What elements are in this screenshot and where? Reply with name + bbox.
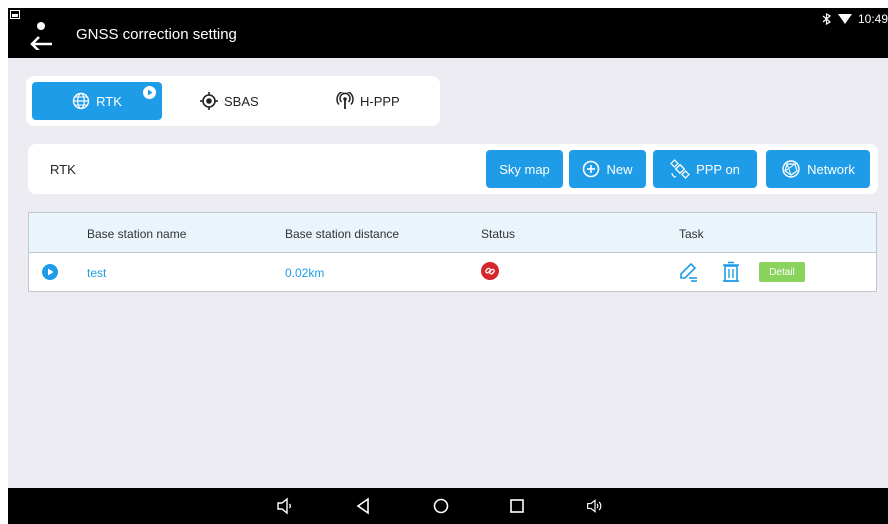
wifi-icon (837, 14, 852, 24)
globe-icon (72, 92, 90, 110)
satellite-icon (670, 159, 690, 179)
recents-nav-icon[interactable] (508, 497, 526, 515)
tab-rtk[interactable]: RTK (32, 82, 162, 120)
back-arrow-icon[interactable] (26, 20, 56, 50)
network-icon (782, 160, 800, 178)
edit-pencil-icon[interactable] (677, 261, 699, 283)
sky-map-label: Sky map (499, 161, 550, 177)
table-row[interactable]: test 0.02km Detail (29, 253, 876, 291)
station-distance: 0.02km (285, 266, 325, 280)
table-header: Base station name Base station distance … (29, 213, 876, 253)
home-nav-icon[interactable] (432, 497, 450, 515)
top-app-bar: GNSS correction setting 10:49 (8, 8, 888, 58)
system-navigation-bar (8, 488, 888, 524)
base-station-table: Base station name Base station distance … (28, 212, 877, 292)
volume-down-icon[interactable] (276, 497, 294, 515)
disconnected-link-icon (481, 262, 499, 280)
play-badge-icon (143, 86, 156, 99)
play-circle-icon[interactable] (42, 264, 58, 280)
section-label: RTK (50, 162, 76, 177)
page-title: GNSS correction setting (76, 26, 237, 43)
rtk-toolbar: RTK Sky map New PPP on Network (28, 144, 878, 194)
tab-hppp-label: H-PPP (360, 93, 400, 109)
detail-button[interactable]: Detail (759, 262, 805, 282)
tab-sbas[interactable]: SBAS (200, 82, 290, 120)
ppp-on-label: PPP on (696, 161, 740, 177)
back-nav-icon[interactable] (354, 497, 372, 515)
new-label: New (606, 161, 633, 177)
correction-mode-tabs: RTK SBAS H-PPP (26, 76, 440, 126)
network-button[interactable]: Network (766, 150, 870, 188)
antenna-icon (336, 92, 354, 109)
tab-sbas-label: SBAS (224, 93, 259, 109)
column-header-status: Status (481, 227, 516, 241)
column-header-distance: Base station distance (285, 227, 400, 241)
tab-hppp[interactable]: H-PPP (336, 82, 426, 120)
tab-rtk-label: RTK (96, 93, 122, 109)
status-time: 10:49 (857, 12, 888, 26)
station-name: test (87, 266, 107, 280)
column-header-name: Base station name (87, 227, 187, 241)
column-header-task: Task (679, 227, 704, 241)
trash-icon[interactable] (721, 261, 741, 283)
status-bar: 10:49 (822, 12, 888, 26)
app-screen: GNSS correction setting 10:49 RTK SBAS H… (8, 8, 888, 524)
network-label: Network (807, 161, 855, 177)
plus-circle-icon (583, 160, 600, 178)
sky-map-button[interactable]: Sky map (486, 150, 563, 188)
ppp-on-button[interactable]: PPP on (653, 150, 757, 188)
bluetooth-icon (822, 13, 832, 25)
volume-up-icon[interactable] (586, 497, 604, 515)
target-icon (200, 92, 218, 110)
notification-image-icon (10, 10, 20, 19)
new-button[interactable]: New (569, 150, 646, 188)
